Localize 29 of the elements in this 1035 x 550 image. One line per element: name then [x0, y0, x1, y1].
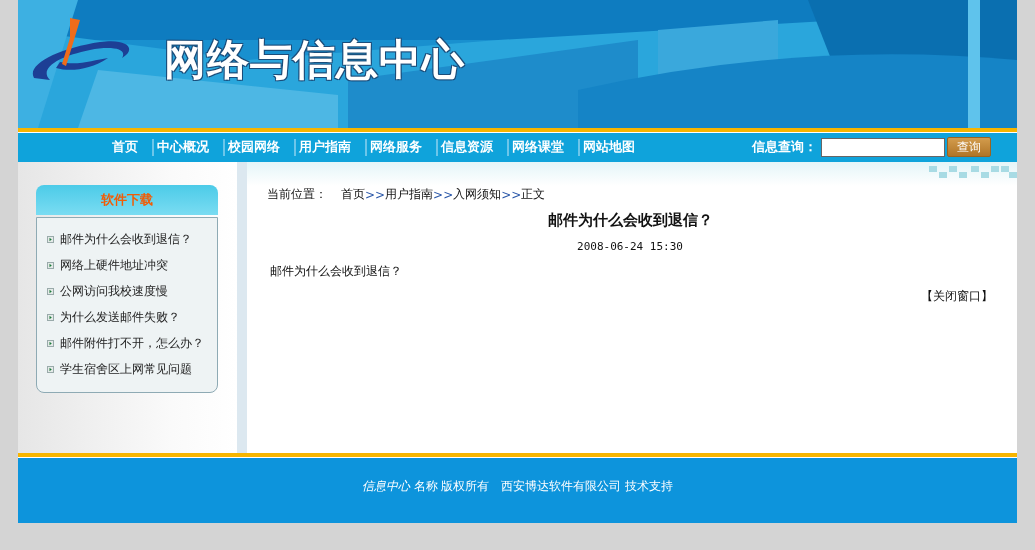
search-field[interactable] — [821, 137, 945, 157]
bullet-icon — [47, 287, 54, 295]
bullet-icon — [47, 261, 54, 269]
bullet-icon — [47, 339, 54, 347]
article-body: 邮件为什么会收到退信？ — [270, 263, 403, 280]
copyright-text: 信息中心 名称 版权所有 西安博达软件有限公司 技术支持 — [360, 478, 675, 495]
close-window-link[interactable]: 【关闭窗口】 — [921, 289, 993, 303]
breadcrumb-link[interactable]: 入网须知 — [453, 186, 502, 203]
sidebar-link[interactable]: 公网访问我校速度慢 — [60, 282, 168, 300]
bullet-icon — [47, 313, 54, 321]
sidebar-link[interactable]: 网络上硬件地址冲突 — [60, 256, 168, 274]
search-label: 信息查询： — [752, 138, 817, 156]
site-title: 网络与信息中心 — [164, 34, 465, 86]
breadcrumb-link[interactable]: 首页 — [341, 186, 365, 203]
bullet-icon — [47, 235, 54, 243]
sidebar-title: 软件下载 — [101, 191, 153, 209]
breadcrumb-link[interactable]: 用户指南 — [385, 186, 434, 203]
breadcrumb-separator: >> — [501, 187, 522, 202]
article-title: 邮件为什么会收到退信？ — [546, 211, 714, 230]
sidebar-link[interactable]: 为什么发送邮件失败？ — [60, 308, 180, 326]
sidebar-link[interactable]: 邮件附件打不开，怎么办？ — [60, 334, 204, 352]
article-date: 2008-06-24 15:30 — [576, 240, 684, 253]
breadcrumb-label: 当前位置： — [267, 186, 327, 203]
breadcrumb-link[interactable]: 正文 — [521, 186, 546, 203]
breadcrumb-separator: >> — [433, 187, 454, 202]
sidebar-link[interactable]: 学生宿舍区上网常见问题 — [60, 360, 192, 378]
breadcrumb-separator: >> — [365, 187, 386, 202]
sidebar-link[interactable]: 邮件为什么会收到退信？ — [60, 230, 192, 248]
bullet-icon — [47, 365, 54, 373]
